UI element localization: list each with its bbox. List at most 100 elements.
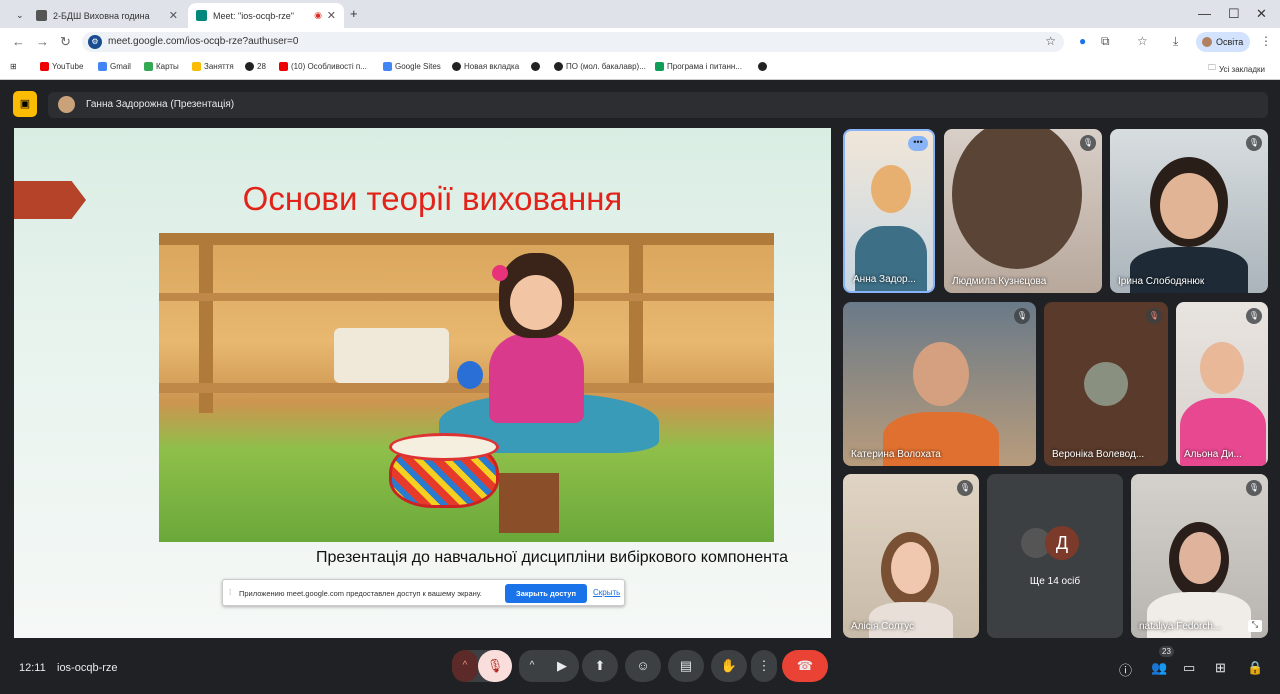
globe-icon xyxy=(554,62,563,71)
presentation-icon[interactable]: ▣ xyxy=(13,91,37,117)
hide-link[interactable]: Скрыть xyxy=(593,588,620,597)
participant-tile[interactable]: 🎙 Катерина Волохата xyxy=(843,302,1036,466)
bookmark-youtube[interactable]: YouTube xyxy=(40,62,83,71)
bookmark-label: YouTube xyxy=(52,62,84,71)
bookmark-label: Карты xyxy=(156,62,179,71)
bookmark-globe-2[interactable] xyxy=(758,62,767,71)
participant-tile[interactable]: 🎙 Вероніка Волевод... xyxy=(1044,302,1168,466)
bookmark-maps[interactable]: Карты xyxy=(144,62,179,71)
mic-off-icon: 🎙 xyxy=(1246,308,1262,324)
menu-icon[interactable]: ⋮ xyxy=(1260,34,1272,48)
avatar: Д xyxy=(1045,526,1079,560)
profile-button[interactable]: Освіта xyxy=(1196,32,1250,52)
participant-tile[interactable]: 🎙 Ірина Слободянюк xyxy=(1110,129,1268,293)
bookmark-google-sites[interactable]: Google Sites xyxy=(383,62,441,71)
bookmark-label: Google Sites xyxy=(395,62,441,71)
bookmark-28[interactable]: 28 xyxy=(245,62,266,71)
close-icon[interactable]: ✕ xyxy=(327,9,336,22)
info-icon[interactable]: ⓘ xyxy=(1119,660,1132,679)
participant-tile[interactable]: 🎙 Альона Ди... xyxy=(1176,302,1268,466)
bookmark-star-icon[interactable]: ☆ xyxy=(1045,34,1056,48)
reactions-button[interactable]: ☺ xyxy=(625,650,661,682)
bookmark-po[interactable]: ПО (мол. бакалавр)... xyxy=(554,62,646,71)
mic-off-icon: 🎙 xyxy=(1246,135,1262,151)
mic-toggle-button[interactable]: 🎙 xyxy=(478,650,512,682)
forward-button[interactable]: → xyxy=(36,34,49,49)
leave-call-button[interactable]: ☎ xyxy=(782,650,828,682)
site-info-icon[interactable]: ⚙ xyxy=(88,35,102,49)
bookmark-label: Усі закладки xyxy=(1219,64,1266,74)
shelf xyxy=(159,293,774,301)
bookmark-label: Новая вкладка xyxy=(464,62,520,71)
bookmark-zaniattia[interactable]: Заняття xyxy=(192,62,234,71)
meet-window: ▣ Ганна Задорожна (Презентація) Основи т… xyxy=(0,80,1280,694)
presenter-avatar xyxy=(58,96,75,113)
flower-icon xyxy=(492,265,508,281)
meeting-code: ios-ocqb-rze xyxy=(57,662,118,674)
screen-share-notice: ⁞ Приложению meet.google.com предоставле… xyxy=(222,579,625,606)
new-tab-button[interactable]: + xyxy=(350,6,358,21)
activities-icon[interactable]: ⊞ xyxy=(1215,660,1226,676)
participant-count-badge: 23 xyxy=(1159,646,1174,657)
bookmark-label: Програма і питанн... xyxy=(667,62,742,71)
more-options-icon[interactable]: ••• xyxy=(908,136,928,151)
url-text: meet.google.com/ios-ocqb-rze?authuser=0 xyxy=(108,36,299,47)
close-icon[interactable]: ✕ xyxy=(169,9,178,22)
participant-tile[interactable]: 🎙 Людмила Кузнєцова xyxy=(944,129,1102,293)
tab-strip: ⌄ 2-БДШ Виховна година ✕ Meet: "ios-ocqb… xyxy=(0,0,1280,28)
profile-label: Освіта xyxy=(1216,37,1244,47)
chat-icon[interactable]: ▭ xyxy=(1183,660,1195,676)
present-button[interactable]: ⬆ xyxy=(582,650,618,682)
girl-dress xyxy=(489,333,584,423)
drum-top xyxy=(389,433,499,461)
slide-subtitle: Презентація до навчальної дисципліни виб… xyxy=(316,549,789,566)
drag-handle-icon[interactable]: ⁞ xyxy=(229,588,231,597)
video-person xyxy=(1200,342,1244,394)
camera-toggle-button[interactable]: ▶ xyxy=(545,650,579,682)
reading-list-icon[interactable]: ☆ xyxy=(1137,34,1148,48)
participant-tile[interactable]: ••• Анна Задор... xyxy=(843,129,935,293)
close-window-button[interactable]: ✕ xyxy=(1256,6,1267,22)
participant-tile[interactable]: 🎙 nataliya Fedorch... ⤡ xyxy=(1131,474,1268,638)
download-icon[interactable]: ⤓ xyxy=(1173,34,1178,49)
tab-search-button[interactable]: ⌄ xyxy=(8,3,24,28)
stop-sharing-button[interactable]: Закрыть доступ xyxy=(505,584,587,603)
tab-title: 2-БДШ Виховна година xyxy=(53,10,150,21)
girl-face xyxy=(510,275,562,330)
mic-off-icon: 🎙 xyxy=(1080,135,1096,151)
bookmark-gmail[interactable]: Gmail xyxy=(98,62,131,71)
slide-title: Основи теорії виховання xyxy=(242,180,623,217)
host-controls-icon[interactable]: 🔒 xyxy=(1247,660,1263,676)
bookmark-new-tab[interactable]: Новая вкладка xyxy=(452,62,519,71)
more-options-button[interactable]: ⋮ xyxy=(751,650,777,682)
camera-options-button[interactable]: ^ xyxy=(519,650,545,682)
globe-icon xyxy=(758,62,767,71)
tab-vykhovna-hodyna[interactable]: 2-БДШ Виховна година ✕ xyxy=(28,3,186,28)
back-button[interactable]: ← xyxy=(12,34,25,49)
shared-slide: Основи теорії виховання Презентація до н… xyxy=(14,128,831,638)
extensions-icon[interactable]: ⧉ xyxy=(1101,34,1110,49)
more-participants-tile[interactable]: Д Ще 14 осіб xyxy=(987,474,1123,638)
captions-button[interactable]: ▤ xyxy=(668,650,704,682)
address-bar[interactable]: ⚙ meet.google.com/ios-ocqb-rze?authuser=… xyxy=(82,32,1064,52)
bookmark-osoblyvosti[interactable]: (10) Особливості п... xyxy=(279,62,367,71)
minimize-button[interactable]: — xyxy=(1198,6,1211,21)
participant-tile[interactable]: 🎙 Алісія Солтус xyxy=(843,474,979,638)
reload-button[interactable]: ↻ xyxy=(60,34,71,50)
mic-options-button[interactable]: ^ xyxy=(452,650,478,682)
apps-icon[interactable]: ⊞ xyxy=(10,62,17,71)
maximize-button[interactable]: ☐ xyxy=(1228,6,1240,22)
mic-off-icon: 🎙 xyxy=(1246,480,1262,496)
mic-off-icon: 🎙 xyxy=(1146,308,1162,324)
people-icon[interactable]: 👥 xyxy=(1151,660,1167,676)
tab-meet[interactable]: Meet: "ios-ocqb-rze" ◉ ✕ xyxy=(188,3,344,28)
all-bookmarks[interactable]: 🗀 Усі закладки xyxy=(1208,62,1265,76)
youtube-icon xyxy=(40,62,49,71)
classroom-icon xyxy=(192,62,201,71)
extension-dot-icon[interactable]: ● xyxy=(1079,34,1086,48)
bookmark-prohrama[interactable]: Програма і питанн... xyxy=(655,62,742,71)
bookmark-globe[interactable] xyxy=(531,62,540,71)
pin-icon[interactable]: ⤡ xyxy=(1248,620,1262,632)
raise-hand-button[interactable]: ✋ xyxy=(711,650,747,682)
participant-name: Катерина Волохата xyxy=(851,449,941,460)
